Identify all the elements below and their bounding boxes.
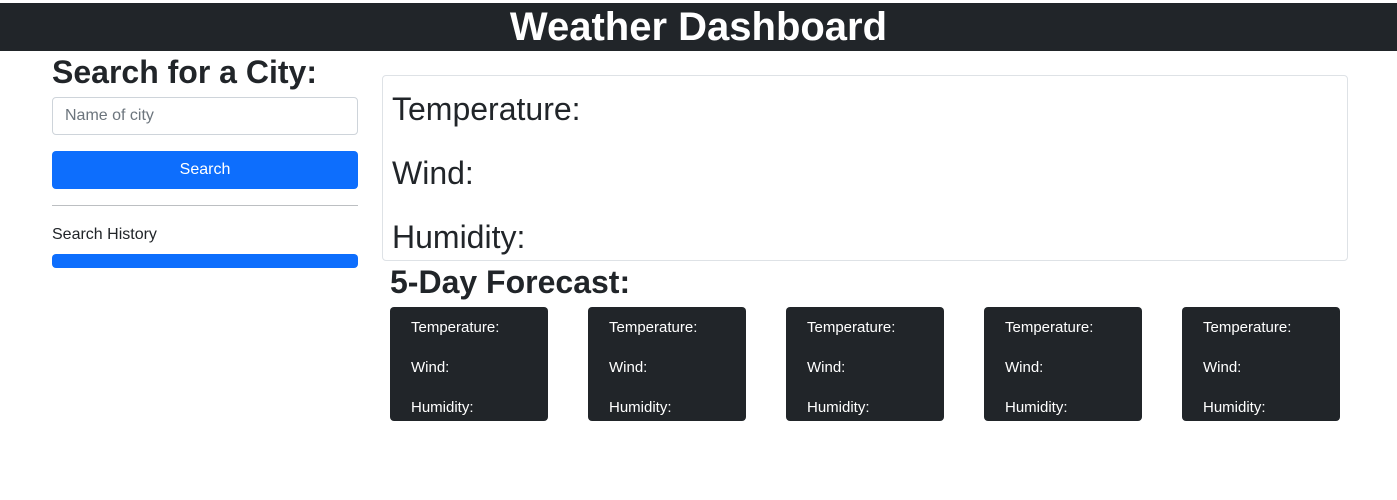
- forecast-card: Temperature: Wind: Humidity:: [1182, 307, 1340, 421]
- search-button[interactable]: Search: [52, 151, 358, 189]
- forecast-humidity: Humidity:: [411, 399, 474, 416]
- forecast-humidity: Humidity:: [807, 399, 870, 416]
- forecast-card: Temperature: Wind: Humidity:: [984, 307, 1142, 421]
- forecast-wind: Wind:: [1005, 359, 1044, 376]
- forecast-humidity: Humidity:: [609, 399, 672, 416]
- page-title: Weather Dashboard: [509, 5, 888, 49]
- forecast-wind: Wind:: [609, 359, 648, 376]
- search-heading: Search for a City:: [52, 54, 317, 90]
- page: Weather Dashboard Search for a City: Sea…: [0, 0, 1397, 500]
- forecast-wind: Wind:: [807, 359, 846, 376]
- forecast-card: Temperature: Wind: Humidity:: [786, 307, 944, 421]
- forecast-wind: Wind:: [1203, 359, 1242, 376]
- forecast-wind: Wind:: [411, 359, 450, 376]
- current-temperature: Temperature:: [392, 91, 581, 127]
- forecast-card: Temperature: Wind: Humidity:: [390, 307, 548, 421]
- current-humidity: Humidity:: [392, 219, 526, 255]
- current-weather-card: Temperature: Wind: Humidity:: [382, 75, 1348, 261]
- forecast-card: Temperature: Wind: Humidity:: [588, 307, 746, 421]
- forecast-temperature: Temperature:: [411, 319, 500, 336]
- forecast-temperature: Temperature:: [609, 319, 698, 336]
- forecast-humidity: Humidity:: [1005, 399, 1068, 416]
- forecast-temperature: Temperature:: [1005, 319, 1094, 336]
- divider: [52, 205, 358, 206]
- current-wind: Wind:: [392, 155, 474, 191]
- forecast-temperature: Temperature:: [807, 319, 896, 336]
- forecast-humidity: Humidity:: [1203, 399, 1266, 416]
- forecast-heading: 5-Day Forecast:: [390, 264, 631, 300]
- city-search-input[interactable]: [52, 97, 358, 135]
- forecast-temperature: Temperature:: [1203, 319, 1292, 336]
- header-bar: Weather Dashboard: [0, 3, 1397, 51]
- search-history-label: Search History: [52, 226, 157, 243]
- search-history-list[interactable]: [52, 254, 358, 268]
